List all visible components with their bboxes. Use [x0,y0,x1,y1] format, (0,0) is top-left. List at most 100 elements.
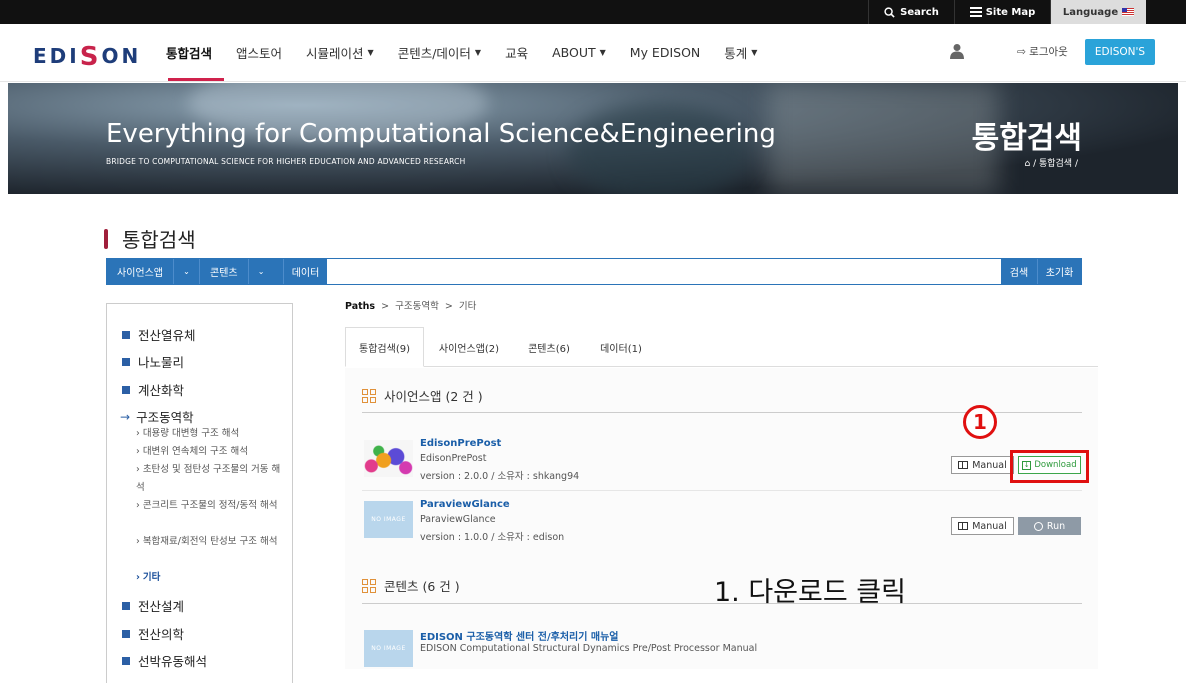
search-link[interactable]: Search [868,0,954,24]
manual-label: Manual [972,459,1007,471]
sidebar-subitem[interactable]: › 콘크리트 구조물의 정적/동적 해석 [136,497,286,515]
sidebar-item-ship-flow[interactable]: 선박유동해석 [122,651,207,670]
app-name-link[interactable]: ParaviewGlance [420,499,510,510]
reset-button[interactable]: 초기화 [1037,259,1081,284]
logout-icon: ⇨ [1017,46,1026,58]
manual-button[interactable]: Manual [951,517,1014,535]
sidebar-item-comp-chemistry[interactable]: 계산화학 [122,380,184,399]
app-version: version : 1.0.0 / 소유자 : edison [420,532,565,543]
sitemap-link-label: Site Map [985,6,1036,18]
app-name-link[interactable]: EdisonPrePost [420,438,501,449]
section-heading-apps: 사이언스앱 (2 건 ) [362,386,483,405]
nav-item-simulation[interactable]: 시뮬레이션 ▼ [294,24,386,80]
sidebar-item-nano-physics[interactable]: 나노물리 [122,352,184,371]
list-item: NO IMAGE ParaviewGlance ParaviewGlance v… [362,493,1082,553]
sidebar-subitem[interactable]: › 복합재료/회전익 탄성보 구조 해석 [136,533,286,551]
page-title-text: 통합검색 [122,228,196,252]
logout-link[interactable]: ⇨ 로그아웃 [1017,44,1068,59]
category-select-app[interactable]: 사이언스앱 ⌄ [107,259,199,284]
app-version: version : 2.0.0 / 소유자 : shkang94 [420,471,580,482]
tab-contents[interactable]: 콘텐츠(6) [519,327,579,367]
sidebar-item-cfd[interactable]: 전산열유체 [122,325,196,344]
nav-item-about[interactable]: ABOUT ▼ [540,24,618,80]
path-item[interactable]: 구조동역학 [395,301,439,312]
paths-breadcrumb: Paths > 구조동역학 > 기타 [345,301,477,312]
heading-accent-bar [104,228,108,249]
user-icon[interactable] [950,43,964,59]
search-bar: 사이언스앱 ⌄ 콘텐츠 ⌄ 데이터 검색 초기화 [106,258,1082,285]
content-name-link[interactable]: EDISON 구조동역학 센터 전/후처리기 매뉴얼 [420,628,619,643]
category-select-content[interactable]: 콘텐츠 ⌄ [199,259,283,284]
sidebar-item-label: 구조동역학 [136,410,194,425]
select-label: 콘텐츠 [210,268,238,279]
grid-icon [362,388,376,403]
sidebar-subitem-active[interactable]: › 기타 [136,569,286,587]
banner-title: Everything for Computational Science&Eng… [106,119,776,149]
data-filter-button[interactable]: 데이터 [283,259,327,284]
subitem-label: 대용량 대변형 구조 해석 [142,428,240,439]
sidebar-subitem[interactable]: › 대용량 대변형 구조 해석 [136,425,286,443]
tab-science-apps[interactable]: 사이언스앱(2) [429,327,509,367]
search-input[interactable] [327,259,1001,284]
tab-data[interactable]: 데이터(1) [589,327,653,367]
play-circle-icon [1033,521,1043,531]
sitemap-link[interactable]: Site Map [954,0,1050,24]
book-icon [958,461,969,469]
page-title: 통합검색 [104,224,196,253]
nav-item-my-edison[interactable]: My EDISON [618,24,713,80]
home-icon[interactable]: ⌂ [1024,159,1030,169]
search-icon [884,6,895,18]
nav-item-education[interactable]: 교육 [493,24,540,80]
nav-item-contents-data[interactable]: 콘텐츠/데이터 ▼ [386,24,493,80]
caret-down-icon: ▼ [751,47,758,57]
bullet-square-icon [122,330,130,339]
sidebar-subitem[interactable]: › 대변위 연속체의 구조 해석 [136,443,286,461]
language-selector[interactable]: Language [1050,0,1146,24]
tab-all[interactable]: 통합검색(9) [345,327,424,367]
manual-label: Manual [972,520,1007,532]
content-thumbnail-placeholder[interactable]: NO IMAGE [364,630,413,667]
sidebar-item-structural-dynamics[interactable]: → 구조동역학 [120,407,194,426]
list-item: NO IMAGE EDISON 구조동역학 센터 전/후처리기 매뉴얼 EDIS… [362,622,1082,669]
section-heading-contents: 콘텐츠 (6 건 ) [362,576,460,595]
us-flag-icon [1122,8,1135,16]
highlight-box [1010,450,1089,483]
breadcrumb: ⌂ / 통합검색 / [1024,156,1078,169]
sidebar-subitem[interactable]: › 초탄성 및 점탄성 구조물의 거동 해석 [136,461,286,497]
path-item[interactable]: 기타 [459,301,476,312]
banner-subtitle: BRIDGE TO COMPUTATIONAL SCIENCE FOR HIGH… [106,157,466,166]
nav-item-label: 통합검색 [166,45,213,61]
nav-item-integrated-search[interactable]: 통합검색 [154,24,225,81]
content-description: EDISON Computational Structural Dynamics… [420,643,758,654]
nav-item-statistics[interactable]: 통계 ▼ [712,24,769,80]
arrow-right-icon: → [120,409,131,424]
app-thumbnail-placeholder[interactable]: NO IMAGE [364,501,413,538]
step-badge: 1 [963,405,997,439]
sidebar-item-comp-design[interactable]: 전산설계 [122,596,184,615]
edison-logo[interactable]: EDISON [33,40,141,72]
sidebar-item-label: 전산의학 [138,627,185,642]
sidebar-item-label: 전산설계 [138,599,185,614]
main-nav: EDISON 통합검색 앱스토어 시뮬레이션 ▼ 콘텐츠/데이터 ▼ 교육 ABOU… [0,24,1186,82]
bullet-square-icon [122,357,130,366]
bullet-square-icon [122,629,130,638]
nav-item-label: 앱스토어 [236,45,283,61]
list-icon [969,7,982,17]
nav-item-label: 교육 [505,45,529,61]
bullet-square-icon [122,656,130,665]
subitem-label: 대변위 연속체의 구조 해석 [142,446,249,457]
app-description: EdisonPrePost [420,453,487,464]
manual-button[interactable]: Manual [951,456,1014,474]
caret-down-icon: ▼ [367,47,374,57]
nav-item-appstore[interactable]: 앱스토어 [224,24,294,80]
caret-down-icon: ▼ [474,47,482,57]
edisons-button[interactable]: EDISON'S [1085,39,1155,65]
sidebar-item-comp-medicine[interactable]: 전산의학 [122,624,184,643]
language-label: Language [1062,6,1119,18]
sidebar-item-label: 전산열유체 [138,328,196,343]
app-thumbnail[interactable] [364,440,413,477]
sidebar-item-label: 선박유동해석 [138,654,208,669]
run-button[interactable]: Run [1018,517,1081,535]
search-button[interactable]: 검색 [1001,259,1037,284]
nav-item-label: ABOUT [552,44,596,60]
